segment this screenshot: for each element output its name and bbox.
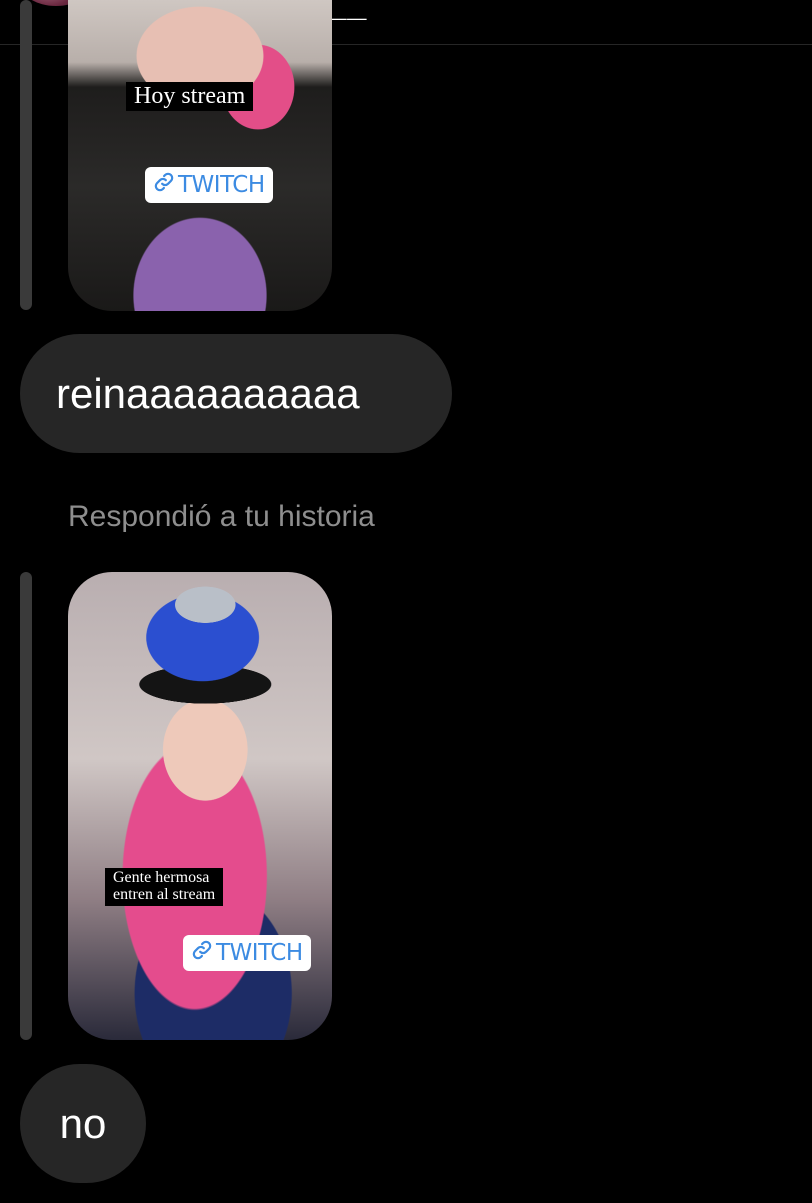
story-caption: Gente hermosa entren al stream	[105, 868, 224, 906]
link-icon	[191, 939, 213, 967]
reply-thread-line	[20, 0, 32, 310]
message-bubble[interactable]: reinaaaaaaaaaa	[20, 334, 452, 453]
twitch-link-sticker[interactable]: TWITCH	[145, 167, 273, 203]
reply-thread-line	[20, 572, 32, 1040]
message-text: no	[59, 1099, 107, 1147]
story-caption: Hoy stream	[126, 82, 254, 112]
story-caption-line: entren al stream	[113, 885, 216, 903]
twitch-link-label: TWITCH	[216, 940, 303, 966]
twitch-link-sticker[interactable]: TWITCH	[183, 935, 311, 971]
link-icon	[153, 171, 175, 199]
story-preview[interactable]: Gente hermosa entren al stream TWITCH	[68, 572, 332, 1040]
message-text: reinaaaaaaaaaa	[56, 369, 360, 417]
story-preview[interactable]: Hoy stream TWITCH	[68, 0, 332, 311]
story-reply-label: Respondió a tu historia	[68, 500, 375, 533]
story-caption-line: Gente hermosa	[113, 869, 210, 886]
message-bubble[interactable]: no	[20, 1064, 146, 1183]
twitch-link-label: TWITCH	[178, 172, 265, 198]
dm-thread-screen: _.starrats.___ Hoy stream TWITCH reinaaa…	[0, 0, 812, 1203]
